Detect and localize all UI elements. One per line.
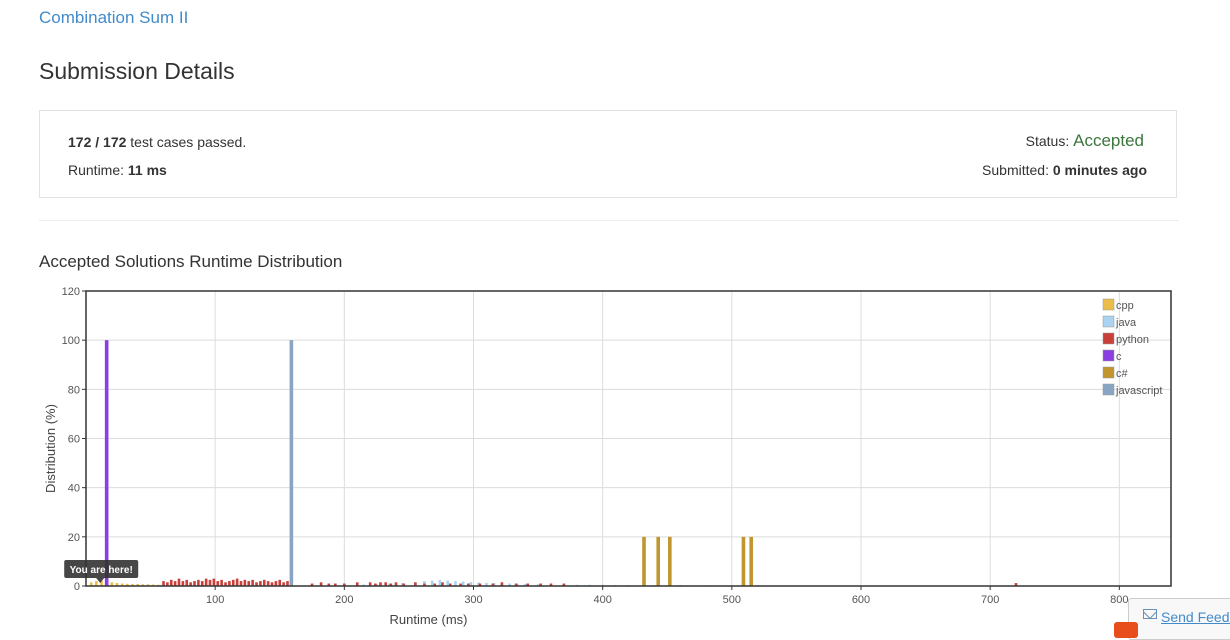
bar-python (208, 579, 212, 586)
envelope-icon (1143, 609, 1157, 619)
bar-csharp (656, 536, 661, 586)
x-tick-label: 200 (335, 594, 353, 606)
bar-python (204, 578, 208, 586)
y-tick-label: 120 (62, 286, 80, 298)
bar-python (185, 579, 189, 586)
legend-swatch-python (1102, 332, 1115, 345)
you-are-here-label: You are here! (70, 565, 133, 576)
x-tick-label: 400 (593, 594, 611, 606)
y-tick-label: 20 (68, 532, 80, 544)
bar-c (104, 340, 109, 586)
passed-count: 172 (68, 134, 92, 150)
test-cases-suffix: test cases passed. (130, 134, 247, 150)
legend-swatch-cpp (1102, 298, 1115, 311)
runtime-label: Runtime: (68, 162, 125, 178)
legend-swatch-java (1102, 315, 1115, 328)
passed-separator: / (95, 134, 100, 150)
submitted-summary: Submitted: 0 minutes ago (982, 162, 1147, 178)
test-cases-summary: 172 / 172 test cases passed. (68, 134, 246, 150)
x-tick-label: 300 (464, 594, 482, 606)
submission-details-panel: 172 / 172 test cases passed. Runtime: 11… (39, 110, 1177, 198)
x-tick-label: 800 (1110, 594, 1128, 606)
status-summary: Status: Accepted (1026, 131, 1144, 151)
legend-label-cpp: cpp (1116, 300, 1134, 312)
bar-csharp (642, 536, 646, 586)
y-tick-label: 0 (74, 581, 80, 593)
runtime-summary: Runtime: 11 ms (68, 162, 167, 178)
bar-python (169, 579, 173, 586)
bar-javascript (289, 340, 294, 586)
legend-swatch-csharp (1102, 366, 1115, 379)
bar-python (235, 578, 239, 586)
legend-label-python: python (1116, 334, 1149, 346)
y-tick-label: 100 (62, 335, 80, 347)
send-feedback-label: Send Feedback (1161, 609, 1230, 625)
bar-python (251, 579, 254, 586)
submitted-value: 0 minutes ago (1052, 162, 1147, 178)
y-tick-label: 60 (68, 434, 80, 446)
total-count: 172 (103, 134, 127, 150)
submitted-label: Submitted: (982, 162, 1049, 178)
bar-python (262, 579, 266, 586)
bar-csharp (668, 536, 672, 586)
bar-python (278, 579, 282, 586)
bar-python (177, 578, 181, 586)
runtime-value: 11 ms (127, 162, 167, 178)
x-tick-label: 600 (852, 594, 870, 606)
section-divider (39, 220, 1179, 221)
x-tick-label: 100 (206, 594, 224, 606)
bar-java (430, 580, 434, 586)
y-tick-label: 80 (68, 384, 80, 396)
legend-label-c: c (1116, 351, 1122, 363)
legend-label-csharp: c# (1116, 368, 1129, 380)
bar-java (446, 580, 449, 586)
bar-csharp (749, 536, 754, 586)
bar-csharp (741, 536, 746, 586)
problem-title-link[interactable]: Combination Sum II (39, 8, 188, 28)
status-value[interactable]: Accepted (1073, 131, 1144, 150)
bar-java (438, 580, 442, 586)
bar-python (231, 579, 235, 586)
bar-python (243, 579, 247, 586)
x-axis-title: Runtime (ms) (389, 612, 467, 627)
y-axis-title: Distribution (%) (43, 404, 58, 493)
runtime-distribution-chart: 0 20 40 60 80 100 120 100 200 300 400 500 600 700 800 R… (43, 286, 1172, 627)
legend-swatch-javascript (1102, 383, 1115, 396)
page-title: Submission Details (39, 58, 235, 84)
legend-label-javascript: javascript (1115, 385, 1162, 397)
chart-title: Accepted Solutions Runtime Distribution (39, 252, 343, 271)
x-tick-label: 500 (723, 594, 741, 606)
bar-python (220, 579, 223, 586)
y-tick-label: 40 (68, 483, 80, 495)
input-method-icon[interactable] (1114, 622, 1138, 638)
legend-swatch-c (1102, 349, 1115, 362)
x-tick-label: 700 (981, 594, 999, 606)
bar-python (212, 578, 216, 586)
bar-python (197, 579, 200, 586)
status-label: Status: (1025, 133, 1070, 149)
legend-label-java: java (1115, 317, 1137, 329)
